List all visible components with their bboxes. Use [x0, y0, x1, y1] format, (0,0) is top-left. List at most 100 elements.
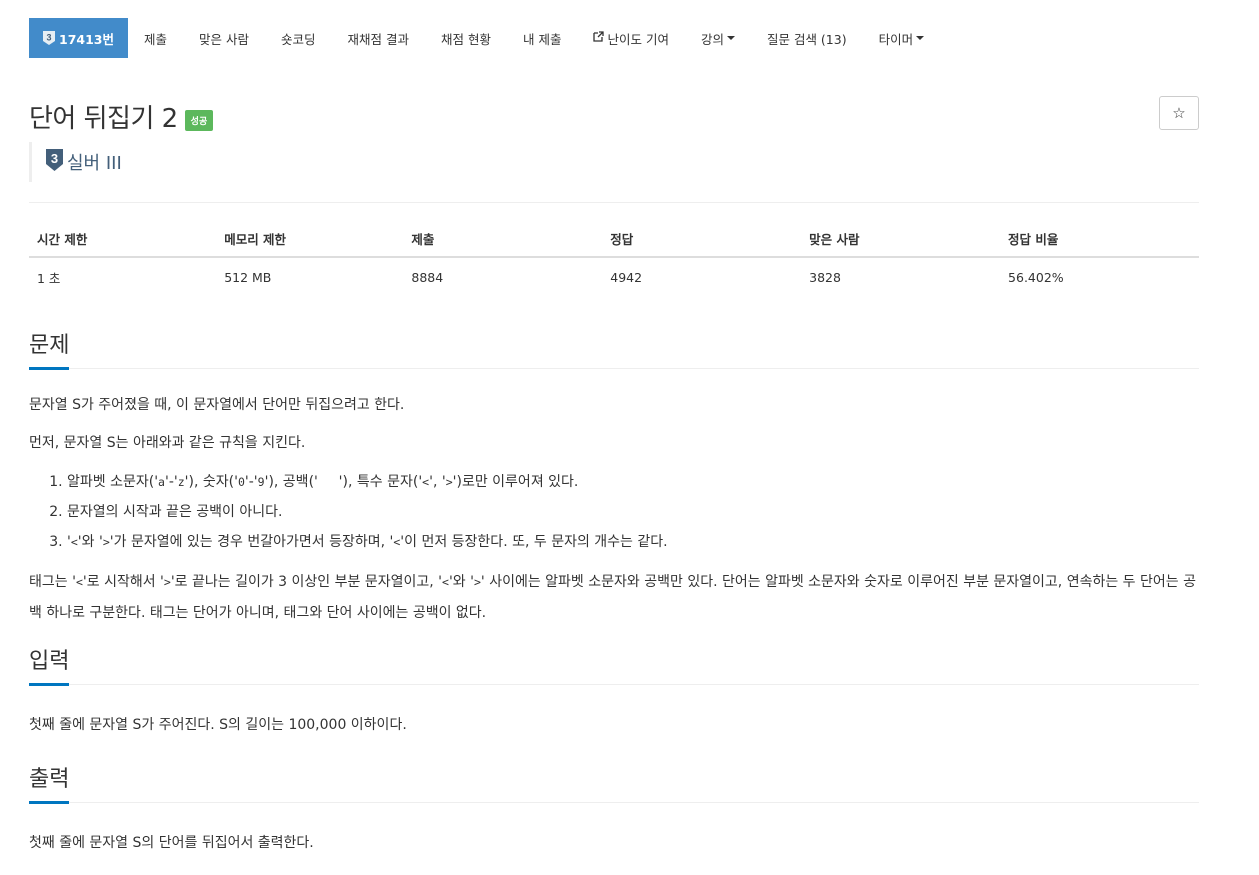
- code-literal: >: [445, 475, 453, 489]
- silver-tier-icon: 3: [43, 31, 55, 45]
- nav-my-submissions-label: 내 제출: [522, 31, 562, 47]
- nav-question-search-label: 질문 검색 (13): [766, 31, 847, 47]
- input-section-header: 입력: [29, 643, 1199, 686]
- nav-submit[interactable]: 제출: [128, 18, 183, 58]
- code-literal: <: [442, 575, 449, 589]
- problem-info-table: 시간 제한 메모리 제한 제출 정답 맞은 사람 정답 비율 1 초 512 M…: [29, 229, 1199, 291]
- text-run: ', ': [429, 474, 446, 490]
- nav-question-search[interactable]: 질문 검색 (13): [751, 18, 863, 58]
- nav-difficulty-contribution-label: 난이도 기여: [607, 31, 669, 47]
- table-header-row: 시간 제한 메모리 제한 제출 정답 맞은 사람 정답 비율: [29, 229, 1199, 258]
- rules-list: 알파벳 소문자('a'-'z'), 숫자('0'-'9'), 공백(' '), …: [29, 467, 1199, 557]
- page: 3 17413번 제출 맞은 사람 숏코딩 재채점 결과 채점 현황 내 제출 …: [29, 18, 1199, 857]
- problem-nav: 3 17413번 제출 맞은 사람 숏코딩 재채점 결과 채점 현황 내 제출 …: [29, 18, 1199, 58]
- code-literal: a: [158, 475, 165, 489]
- text-run: '가 문자열에 있는 경우 번갈아가면서 등장하며, ': [109, 534, 394, 550]
- code-literal: 0: [237, 475, 245, 489]
- nav-judge-status-label: 채점 현황: [441, 31, 491, 47]
- list-item: '<'와 '>'가 문자열에 있는 경우 번갈아가면서 등장하며, '<'이 먼…: [67, 527, 1199, 557]
- description-paragraph: 먼저, 문자열 S는 아래와과 같은 규칙을 지킨다.: [29, 435, 306, 451]
- submissions-value: 8884: [411, 270, 444, 285]
- problem-tier: 3 실버 III: [29, 142, 1199, 182]
- code-literal: z: [177, 475, 185, 489]
- input-description: 첫째 줄에 문자열 S가 주어진다. S의 길이는 100,000 이하이다.: [29, 717, 407, 733]
- header-accept-ratio: 정답 비율: [1000, 229, 1199, 258]
- code-literal: 9: [257, 475, 265, 489]
- nav-problem-number-label: 17413번: [59, 31, 114, 47]
- text-run: '), 특수 문자(': [338, 474, 423, 490]
- time-limit-value: 1 초: [37, 271, 61, 286]
- caret-down-icon: [916, 36, 925, 40]
- table-row: 1 초 512 MB 8884 4942 3828 56.402%: [29, 257, 1199, 291]
- section-divider: [29, 368, 1199, 369]
- text-run: '와 ': [77, 534, 103, 550]
- list-item: 문자열의 시작과 끝은 공백이 아니다.: [67, 497, 1199, 527]
- problem-title: 단어 뒤집기 2: [29, 103, 178, 134]
- nav-solved-users[interactable]: 맞은 사람: [183, 18, 265, 58]
- text-run: '-': [244, 474, 258, 490]
- text-run: 태그는 ': [29, 574, 76, 590]
- description-paragraph: 태그는 '<'로 시작해서 '>'로 끝나는 길이가 3 이상인 부분 문자열이…: [29, 567, 1199, 629]
- nav-judge-status[interactable]: 채점 현황: [425, 18, 507, 58]
- favorite-button[interactable]: ☆: [1159, 96, 1199, 130]
- tier-label: 실버 III: [67, 153, 122, 174]
- text-run: '-': [164, 474, 178, 490]
- svg-text:3: 3: [46, 33, 51, 43]
- nav-short-coding[interactable]: 숏코딩: [265, 18, 332, 58]
- nav-rejudge-results[interactable]: 재채점 결과: [332, 18, 425, 58]
- accept-ratio-value: 56.402%: [1008, 270, 1064, 285]
- text-run: '이 먼저 등장한다. 또, 두 문자의 개수는 같다.: [400, 534, 668, 550]
- star-icon: ☆: [1172, 104, 1186, 122]
- accepted-value: 4942: [610, 270, 643, 285]
- section-divider: [29, 684, 1199, 685]
- nav-timer-dropdown[interactable]: 타이머: [863, 18, 941, 58]
- nav-submit-label: 제출: [144, 31, 168, 47]
- code-literal: >: [163, 575, 171, 589]
- nav-lectures-label: 강의: [700, 31, 724, 47]
- text-run: '), 숫자(': [184, 474, 238, 490]
- solved-users-value: 3828: [809, 270, 841, 285]
- output-section-header: 출력: [29, 761, 1199, 804]
- problem-title-row: 단어 뒤집기 2 성공 ☆: [29, 96, 1199, 134]
- description-section-header: 문제: [29, 327, 1199, 370]
- section-divider: [29, 802, 1199, 803]
- header-submissions: 제출: [403, 229, 603, 258]
- nav-lectures-dropdown[interactable]: 강의: [685, 18, 751, 58]
- svg-text:3: 3: [51, 151, 58, 166]
- divider: [29, 202, 1199, 203]
- text-run: '로 시작해서 ': [82, 574, 164, 590]
- memory-limit-value: 512 MB: [224, 270, 272, 285]
- code-literal: <: [70, 535, 78, 549]
- nav-rejudge-results-label: 재채점 결과: [347, 31, 409, 47]
- nav-problem-number[interactable]: 3 17413번: [29, 18, 128, 58]
- output-heading: 출력: [29, 761, 70, 804]
- silver-tier-icon: 3: [46, 149, 63, 175]
- header-memory-limit: 메모리 제한: [216, 229, 404, 258]
- input-heading: 입력: [29, 643, 70, 686]
- code-literal: <: [75, 575, 83, 589]
- text-run: ')로만 이루어져 있다.: [452, 474, 579, 490]
- header-time-limit: 시간 제한: [29, 229, 217, 258]
- code-literal: >: [473, 575, 481, 589]
- text-run: '로 끝나는 길이가 3 이상인 부분 문자열이고, ': [170, 574, 442, 590]
- nav-difficulty-contribution[interactable]: 난이도 기여: [577, 18, 684, 58]
- status-badge: 성공: [184, 109, 214, 131]
- description-paragraph: 문자열 S가 주어졌을 때, 이 문자열에서 단어만 뒤집으려고 한다.: [29, 397, 405, 413]
- text-run: 알파벳 소문자(': [67, 474, 159, 490]
- caret-down-icon: [726, 36, 735, 40]
- text-run: 문자열의 시작과 끝은 공백이 아니다.: [67, 504, 283, 520]
- header-accepted: 정답: [602, 229, 802, 258]
- nav-my-submissions[interactable]: 내 제출: [507, 18, 577, 58]
- header-solved-users: 맞은 사람: [801, 229, 1001, 258]
- code-literal: >: [102, 535, 110, 549]
- text-run: '), 공백(': [264, 474, 318, 490]
- nav-short-coding-label: 숏코딩: [281, 31, 316, 47]
- description-heading: 문제: [29, 327, 70, 370]
- external-link-icon: [593, 31, 605, 45]
- text-run: '와 ': [448, 574, 474, 590]
- nav-solved-users-label: 맞은 사람: [199, 31, 249, 47]
- output-description: 첫째 줄에 문자열 S의 단어를 뒤집어서 출력한다.: [29, 835, 314, 851]
- list-item: 알파벳 소문자('a'-'z'), 숫자('0'-'9'), 공백(' '), …: [67, 467, 1199, 497]
- code-literal: [318, 475, 339, 489]
- nav-timer-label: 타이머: [878, 31, 914, 47]
